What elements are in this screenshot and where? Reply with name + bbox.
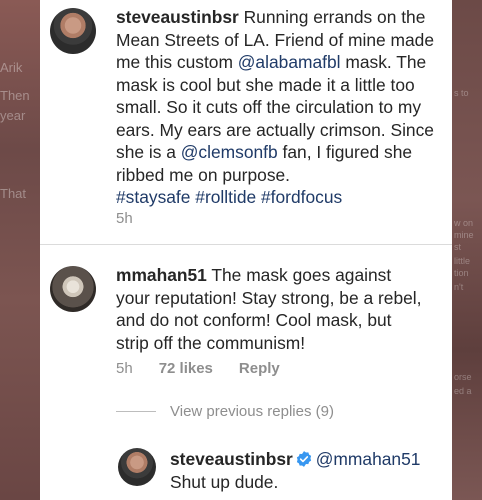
caption-text: small. So it cuts off the circulation to… <box>116 97 422 117</box>
caption-text: ribbed me on purpose. <box>116 164 291 185</box>
comment-line-text: and do not conform! Cool mask, but <box>116 310 392 330</box>
mention-link[interactable]: @alabamafbl <box>238 52 341 72</box>
reply-line-text: Shut up dude. <box>170 471 279 492</box>
username[interactable]: steveaustinbsr <box>116 7 239 27</box>
replies-divider-line <box>116 411 156 412</box>
view-replies-label[interactable]: View previous replies (9) <box>170 403 334 420</box>
caption-line: ribbed me on purpose. <box>116 164 450 187</box>
caption-line: ears. My ears are actually crimson. Sinc… <box>116 119 450 142</box>
username[interactable]: steveaustinbsr <box>170 449 293 469</box>
comments-panel: steveaustinbsr Running errands on the Me… <box>40 0 452 500</box>
bg-ghost-text: Arik <box>0 60 23 75</box>
caption-text: she is a <box>116 142 181 162</box>
bg-ghost-text: tion <box>454 268 469 278</box>
reply-text: steveaustinbsr @mmahan51 Shut up dude. <box>170 448 450 493</box>
username[interactable]: mmahan51 <box>116 265 207 285</box>
caption-line: me this custom @alabamafbl mask. The <box>116 51 450 74</box>
hashtags-link[interactable]: #staysafe #rolltide #fordfocus <box>116 187 342 207</box>
caption-text: ears. My ears are actually crimson. Sinc… <box>116 119 434 140</box>
caption-line: steveaustinbsr Running errands on the <box>116 6 450 29</box>
bg-ghost-text: n't <box>454 282 464 292</box>
reply-line: Shut up dude. <box>170 471 450 494</box>
bg-ghost-text: That <box>0 186 27 201</box>
mention-link[interactable]: @clemsonfb <box>181 142 278 162</box>
bg-ghost-text: w on <box>454 218 474 228</box>
avatar[interactable] <box>118 448 156 486</box>
bg-ghost-text: year <box>0 108 26 123</box>
timestamp: 5h <box>116 360 133 377</box>
view-replies-toggle[interactable]: View previous replies (9) <box>116 403 334 420</box>
comment-meta: 5h 72 likes Reply <box>116 360 280 377</box>
background-left-blur: Arik Then year That <box>0 0 40 500</box>
post-caption: steveaustinbsr Running errands on the Me… <box>116 6 450 209</box>
caption-line: mask is cool but she made it a little to… <box>116 74 450 97</box>
caption-line: #staysafe #rolltide #fordfocus <box>116 186 450 209</box>
comment-text: mmahan51 The mask goes against your repu… <box>116 264 450 354</box>
caption-line: small. So it cuts off the circulation to… <box>116 96 450 119</box>
bg-ghost-text: ed a <box>454 386 472 396</box>
timestamp: 5h <box>116 210 133 227</box>
comment-line: your reputation! Stay strong, be a rebel… <box>116 287 450 310</box>
comment-line-text: your reputation! Stay strong, be a rebel… <box>116 287 422 308</box>
caption-text: mask. The <box>340 52 427 72</box>
comment-line-text: The mask goes against <box>211 265 392 285</box>
reply-button[interactable]: Reply <box>239 360 280 377</box>
avatar[interactable] <box>50 8 96 54</box>
comment-line: mmahan51 The mask goes against <box>116 264 450 287</box>
caption-text: fan, I figured she <box>277 142 413 162</box>
bg-ghost-text: orse <box>454 372 472 382</box>
reply-line: steveaustinbsr @mmahan51 <box>170 448 450 471</box>
divider <box>40 244 452 245</box>
caption-text: Mean Streets of LA. Friend of mine made <box>116 29 435 50</box>
bg-ghost-text: st <box>454 242 462 252</box>
bg-ghost-text: mine <box>454 230 474 240</box>
comment-line-text: strip off the communism! <box>116 332 306 353</box>
mention-link[interactable]: @mmahan51 <box>316 449 421 469</box>
avatar[interactable] <box>50 266 96 312</box>
background-right-blur: s to w on mine st little tion n't orse e… <box>452 0 482 500</box>
bg-ghost-text: little <box>454 256 471 266</box>
bg-ghost-text: Then <box>0 88 30 103</box>
caption-text: Running errands on the <box>243 7 426 27</box>
comment-line: strip off the communism! <box>116 332 450 355</box>
post-meta: 5h <box>116 210 133 227</box>
caption-line: Mean Streets of LA. Friend of mine made <box>116 29 450 52</box>
caption-line: she is a @clemsonfb fan, I figured she <box>116 141 450 164</box>
comment-line: and do not conform! Cool mask, but <box>116 309 450 332</box>
likes-count[interactable]: 72 likes <box>159 360 213 377</box>
caption-text: me this custom <box>116 52 238 72</box>
bg-ghost-text: s to <box>454 88 469 98</box>
verified-badge-icon <box>296 451 311 467</box>
caption-text: mask is cool but she made it a little to… <box>116 74 415 95</box>
